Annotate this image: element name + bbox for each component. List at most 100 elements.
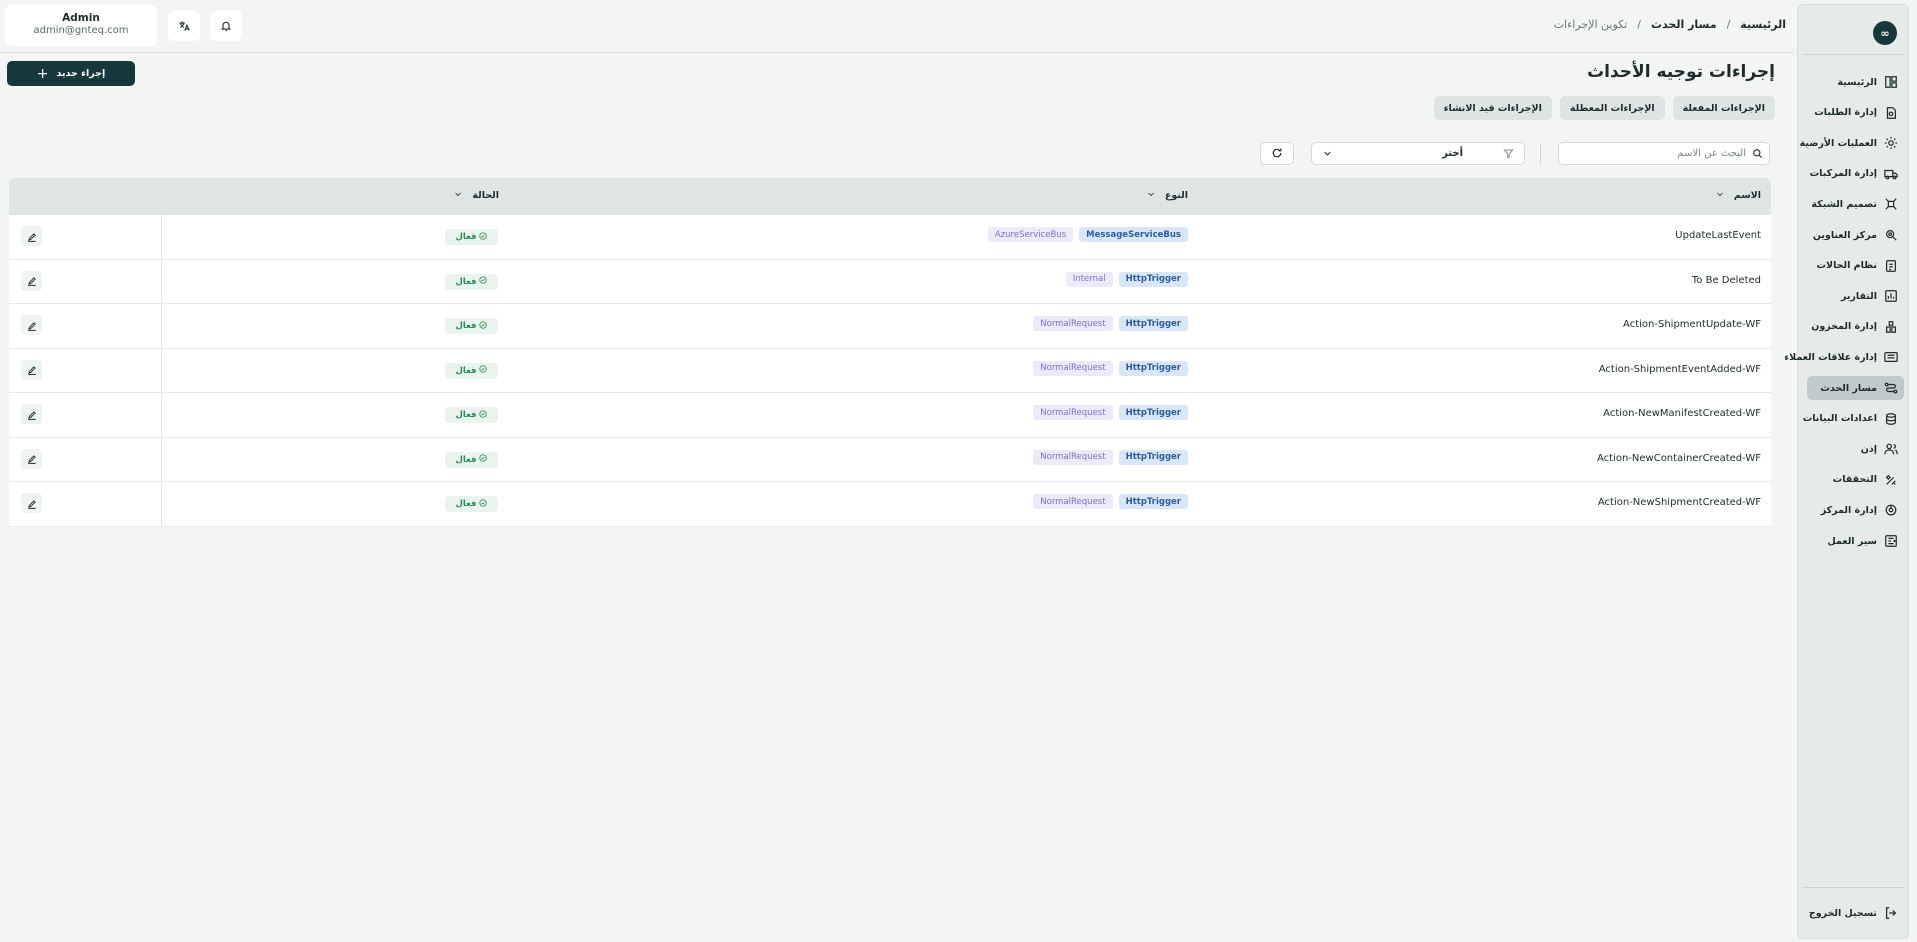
sort-icon — [454, 190, 462, 201]
tab-draft-actions[interactable]: الإجراءات قيد الانشاء — [1433, 96, 1552, 120]
sidebar-item[interactable]: سير العمل — [1807, 529, 1904, 553]
sidebar-item[interactable]: إذن — [1807, 437, 1904, 461]
action-tabs: الإجراءات المفعلة الإجراءات المعطلة الإج… — [1433, 96, 1775, 120]
refresh-button[interactable] — [1260, 142, 1294, 165]
users-icon — [1883, 441, 1899, 457]
search-icon — [1746, 144, 1763, 163]
logout-button[interactable]: تسجيل الخروج — [1807, 901, 1904, 925]
column-status-header[interactable]: الحالة — [454, 190, 499, 201]
action-name: Action-ShipmentUpdate-WF — [1623, 319, 1761, 330]
action-types: MessageServiceBus AzureServiceBus — [987, 227, 1188, 242]
database-icon — [1883, 411, 1899, 427]
tab-disabled-actions[interactable]: الإجراءات المعطلة — [1559, 96, 1665, 120]
check-circle-icon — [479, 409, 488, 421]
column-divider — [161, 482, 162, 526]
filter-icon — [1503, 144, 1514, 163]
hub-icon — [1883, 502, 1899, 518]
column-name-header[interactable]: الاسم — [1716, 190, 1761, 201]
column-type-header[interactable]: النوع — [1147, 190, 1188, 201]
sidebar-item[interactable]: مسار الحدث — [1807, 376, 1904, 400]
sidebar-item[interactable]: تصميم الشبكة — [1807, 192, 1904, 216]
pencil-icon — [27, 360, 37, 379]
edit-button[interactable] — [21, 226, 42, 246]
sidebar-item[interactable]: الرئيسية — [1807, 70, 1904, 94]
logout-label: تسجيل الخروج — [1808, 907, 1877, 919]
language-button[interactable] — [168, 11, 200, 41]
user-name: Admin — [62, 12, 100, 24]
status-label: فعال — [455, 321, 477, 331]
type-badge-primary: HttpTrigger — [1118, 316, 1188, 331]
sidebar-item[interactable]: اعدادات البيانات — [1803, 407, 1904, 431]
sidebar: ∞ الرئيسية إدارة الطلبات العمليات الأرضية إ… — [1784, 4, 1909, 939]
pencil-icon — [27, 494, 37, 513]
user-menu[interactable]: Admin admin@gnteq.com — [5, 5, 157, 46]
search-input[interactable] — [1576, 148, 1746, 159]
status-badge: فعال — [445, 362, 498, 379]
edit-button[interactable] — [21, 270, 42, 291]
bell-icon — [220, 17, 232, 36]
breadcrumb-separator: / — [1726, 18, 1731, 31]
sidebar-item-label: إدارة الطلبات — [1814, 107, 1877, 119]
search-box — [1558, 142, 1770, 165]
sidebar-item[interactable]: إدارة المركبات — [1807, 162, 1904, 186]
action-types: HttpTrigger NormalRequest — [1033, 316, 1188, 331]
pencil-icon — [27, 227, 37, 246]
breadcrumb-home[interactable]: الرئيسية — [1740, 18, 1786, 31]
sidebar-item[interactable]: نظام الحالات — [1807, 254, 1904, 278]
sidebar-item[interactable]: التقارير — [1807, 284, 1904, 308]
sidebar-item[interactable]: إدارة المخزون — [1807, 315, 1904, 339]
status-label: فعال — [455, 454, 477, 465]
status-badge: فعال — [445, 496, 498, 512]
sidebar-item-label: العمليات الأرضية — [1799, 137, 1877, 149]
sort-icon — [1147, 190, 1155, 201]
status-badge: فعال — [445, 318, 498, 334]
sidebar-item[interactable]: العمليات الأرضية — [1800, 131, 1904, 155]
table-header: الاسم النوع الحالة — [9, 178, 1771, 215]
breadcrumb-section[interactable]: مسار الحدث — [1651, 18, 1717, 31]
edit-button[interactable] — [21, 315, 42, 335]
action-types: HttpTrigger NormalRequest — [1033, 405, 1188, 420]
translate-icon — [178, 17, 190, 36]
type-badge-secondary: Internal — [1065, 271, 1113, 287]
action-types: HttpTrigger NormalRequest — [1033, 494, 1188, 509]
action-types: HttpTrigger NormalRequest — [1033, 449, 1188, 465]
column-type-label: النوع — [1164, 190, 1188, 201]
action-name: Action-NewContainerCreated-WF — [1596, 452, 1761, 464]
edit-button[interactable] — [21, 404, 42, 424]
filter-divider — [1540, 143, 1541, 164]
status-system-icon — [1883, 258, 1899, 274]
check-circle-icon — [479, 365, 488, 376]
status-badge: فعال — [445, 407, 498, 423]
edit-button[interactable] — [21, 493, 42, 513]
column-divider — [161, 393, 162, 437]
sidebar-item[interactable]: إدارة علاقات العملاء — [1784, 345, 1904, 369]
actions-table: الاسم النوع الحالة UpdateLastEvent Messag… — [9, 178, 1771, 527]
type-badge-primary: HttpTrigger — [1118, 271, 1188, 287]
action-name: Action-ShipmentEventAdded-WF — [1598, 363, 1761, 375]
type-filter-select[interactable]: أختر — [1311, 142, 1525, 165]
notifications-button[interactable] — [210, 11, 242, 41]
sidebar-item[interactable]: التحققات — [1807, 468, 1904, 492]
edit-button[interactable] — [21, 448, 42, 469]
type-badge-primary: HttpTrigger — [1118, 360, 1188, 376]
home-grid-icon — [1883, 74, 1899, 90]
sidebar-divider — [1802, 54, 1904, 55]
type-badge-secondary: AzureServiceBus — [987, 227, 1074, 242]
column-divider — [161, 304, 162, 348]
status-label: فعال — [455, 410, 477, 420]
select-value: أختر — [1442, 148, 1463, 159]
sidebar-item[interactable]: إدارة الطلبات — [1807, 101, 1904, 125]
column-divider — [161, 215, 162, 259]
edit-button[interactable] — [21, 359, 42, 380]
status-label: فعال — [455, 499, 477, 509]
tab-enabled-actions[interactable]: الإجراءات المفعلة — [1672, 96, 1775, 120]
sidebar-item-label: الرئيسية — [1837, 76, 1877, 88]
action-name: Action-NewShipmentCreated-WF — [1597, 497, 1761, 508]
new-action-button[interactable]: إجراء جديد + — [7, 61, 135, 86]
table-row: UpdateLastEvent MessageServiceBus AzureSer… — [9, 215, 1771, 260]
sidebar-item[interactable]: إدارة المركز — [1807, 498, 1904, 522]
truck-icon — [1883, 166, 1899, 182]
action-name: UpdateLastEvent — [1675, 230, 1761, 241]
logout-icon — [1883, 905, 1899, 921]
sidebar-item[interactable]: مركز العناوين — [1807, 223, 1904, 247]
